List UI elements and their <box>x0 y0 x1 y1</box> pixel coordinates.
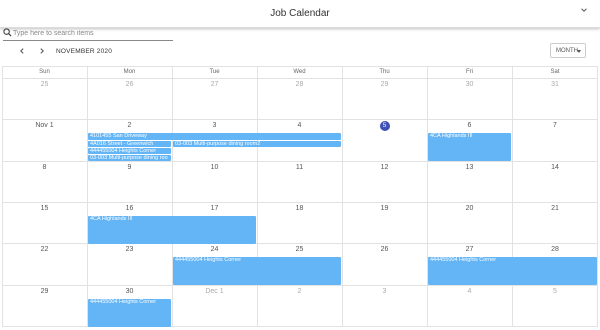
day-number[interactable]: 8 <box>2 163 87 173</box>
day-number[interactable]: Nov 1 <box>2 121 87 131</box>
day-number[interactable]: 22 <box>2 245 87 255</box>
search-icon <box>3 28 12 37</box>
calendar-event[interactable]: 4CA Highlands III <box>88 215 256 245</box>
current-period: NOVEMBER 2020 <box>56 48 113 55</box>
day-number[interactable]: 30 <box>427 80 512 90</box>
day-number[interactable]: 5 <box>512 287 598 297</box>
day-number[interactable]: Dec 1 <box>172 287 257 297</box>
calendar-event[interactable]: 444455004 Heights Corner <box>88 298 171 327</box>
day-number[interactable]: 6 <box>427 121 512 131</box>
calendar-event[interactable]: 444455004 Heights Corner <box>173 257 341 286</box>
day-number[interactable]: 12 <box>342 163 427 173</box>
today-date-marker[interactable]: 5 <box>379 121 390 132</box>
next-month-button[interactable] <box>36 46 48 58</box>
day-number[interactable]: 4 <box>257 121 342 131</box>
chevron-right-icon <box>40 48 44 54</box>
day-number[interactable]: 16 <box>87 204 172 214</box>
day-number[interactable]: 21 <box>512 204 598 214</box>
weekday-header: Wed <box>293 69 306 75</box>
day-number[interactable]: 30 <box>87 287 172 297</box>
day-number[interactable]: 3 <box>342 287 427 297</box>
calendar-event[interactable]: 444455004 Heights Corner <box>428 257 597 286</box>
calendar-event[interactable]: 444455004 Heights Corner <box>88 147 171 155</box>
day-number[interactable]: 9 <box>87 163 172 173</box>
grid-top-line <box>2 66 598 67</box>
day-number[interactable]: 27 <box>172 80 257 90</box>
day-number[interactable]: 29 <box>2 287 87 297</box>
calendar-event[interactable]: 4A016 Street - Greenwich <box>88 140 171 148</box>
search-bar <box>3 27 173 41</box>
day-number[interactable]: 4 <box>427 287 512 297</box>
day-number[interactable]: 20 <box>427 204 512 214</box>
day-number[interactable]: 18 <box>257 204 342 214</box>
day-number[interactable]: 15 <box>2 204 87 214</box>
prev-month-button[interactable] <box>16 46 28 58</box>
weekday-header: Mon <box>123 69 136 75</box>
page-title: Job Calendar <box>270 8 330 19</box>
calendar-toolbar: NOVEMBER 2020 <box>0 40 600 64</box>
app-header: Job Calendar <box>0 0 600 28</box>
calendar-event[interactable]: 4101455 San Driveway <box>88 133 341 140</box>
view-selector[interactable]: MONTH <box>550 43 586 58</box>
calendar-event[interactable]: 03-003 Multi-purpose dining roo <box>88 154 171 162</box>
day-number[interactable]: 3 <box>172 121 257 131</box>
day-number[interactable]: 14 <box>512 163 598 173</box>
day-number[interactable]: 27 <box>427 245 512 255</box>
month-grid: Sun Mon Tue Wed Thu Fri Sat 25 26 27 28 29 30 31 Nov 1… <box>2 66 598 327</box>
weekday-header: Fri <box>466 69 473 75</box>
calendar-event[interactable]: 4CA Highlands III <box>428 133 511 162</box>
weekday-header: Thu <box>379 69 390 75</box>
day-number[interactable]: 2 <box>257 287 342 297</box>
chevron-down-icon[interactable] <box>580 6 588 14</box>
day-number[interactable]: 26 <box>87 80 172 90</box>
weekday-header: Tue <box>209 69 220 75</box>
day-number[interactable]: 29 <box>342 80 427 90</box>
day-number[interactable]: 19 <box>342 204 427 214</box>
day-number[interactable]: 23 <box>87 245 172 255</box>
day-number[interactable]: 11 <box>257 163 342 173</box>
weekday-header: Sat <box>550 69 560 75</box>
day-number[interactable]: 28 <box>257 80 342 90</box>
day-number[interactable]: 25 <box>2 80 87 90</box>
day-number[interactable]: 28 <box>512 245 598 255</box>
calendar-event[interactable]: 03-003 Multi-purpose dining room2 <box>173 140 341 148</box>
day-number[interactable]: 10 <box>172 163 257 173</box>
weekday-header: Sun <box>39 69 50 75</box>
day-number[interactable]: 24 <box>172 245 257 255</box>
day-number[interactable]: 26 <box>342 245 427 255</box>
search-input[interactable] <box>13 27 168 39</box>
day-number[interactable]: 25 <box>257 245 342 255</box>
day-number[interactable]: 13 <box>427 163 512 173</box>
day-number[interactable]: 7 <box>512 121 598 131</box>
dropdown-caret-icon <box>577 50 581 53</box>
day-number[interactable]: 17 <box>172 204 257 214</box>
view-selector-label: MONTH <box>556 48 578 54</box>
day-number[interactable]: 31 <box>512 80 598 90</box>
chevron-left-icon <box>20 48 24 54</box>
day-number[interactable]: 2 <box>87 121 172 131</box>
